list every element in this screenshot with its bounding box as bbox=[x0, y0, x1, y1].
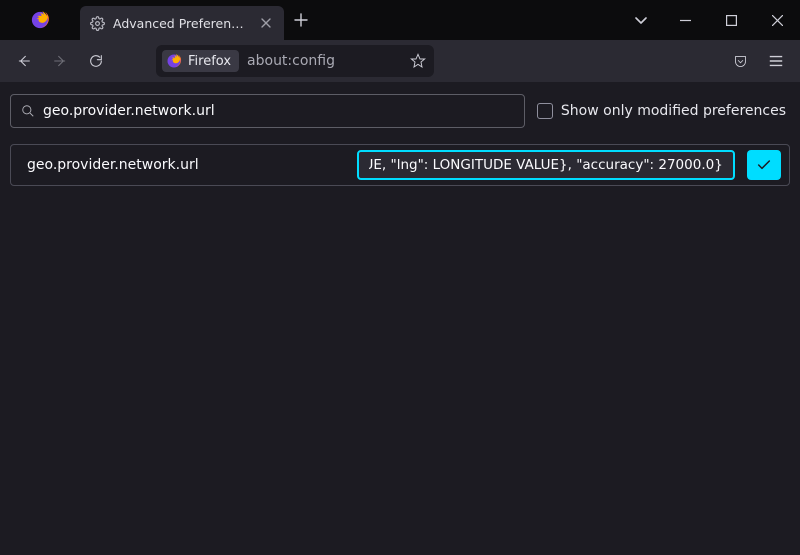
close-tab-button[interactable] bbox=[258, 15, 274, 31]
browser-tab[interactable]: Advanced Preferences bbox=[80, 6, 284, 40]
config-search-input[interactable] bbox=[43, 103, 514, 119]
show-modified-toggle[interactable]: Show only modified preferences bbox=[537, 103, 790, 119]
reload-button[interactable] bbox=[80, 45, 112, 77]
nav-toolbar: Firefox about:config bbox=[0, 40, 800, 82]
reload-icon bbox=[88, 53, 104, 69]
pref-name: geo.provider.network.url bbox=[27, 157, 345, 173]
app-menu-button[interactable] bbox=[760, 45, 792, 77]
firefox-logo-icon bbox=[166, 53, 182, 69]
pref-save-button[interactable] bbox=[747, 150, 781, 180]
maximize-icon bbox=[726, 15, 737, 26]
gear-icon bbox=[90, 16, 105, 31]
checkbox-icon bbox=[537, 103, 553, 119]
close-icon bbox=[260, 17, 272, 29]
config-search-box[interactable] bbox=[10, 94, 525, 128]
pocket-icon bbox=[733, 54, 748, 69]
firefox-logo-icon bbox=[30, 10, 50, 30]
plus-icon bbox=[294, 13, 308, 27]
titlebar: Advanced Preferences bbox=[0, 0, 800, 40]
save-to-pocket-button[interactable] bbox=[724, 45, 756, 77]
back-button[interactable] bbox=[8, 45, 40, 77]
minimize-icon bbox=[680, 15, 691, 26]
show-modified-label: Show only modified preferences bbox=[561, 103, 786, 119]
checkmark-icon bbox=[756, 157, 772, 173]
search-icon bbox=[21, 104, 35, 118]
window-minimize-button[interactable] bbox=[662, 0, 708, 40]
bookmark-star-icon[interactable] bbox=[410, 53, 426, 69]
hamburger-icon bbox=[768, 53, 784, 69]
identity-label: Firefox bbox=[188, 54, 231, 69]
forward-button[interactable] bbox=[44, 45, 76, 77]
identity-box[interactable]: Firefox bbox=[162, 50, 239, 72]
window-close-button[interactable] bbox=[754, 0, 800, 40]
config-search-row: Show only modified preferences bbox=[0, 82, 800, 140]
close-icon bbox=[772, 15, 783, 26]
window-maximize-button[interactable] bbox=[708, 0, 754, 40]
chevron-down-icon bbox=[634, 13, 648, 27]
tab-title: Advanced Preferences bbox=[113, 16, 250, 31]
new-tab-button[interactable] bbox=[284, 0, 318, 40]
pref-row: geo.provider.network.url bbox=[10, 144, 790, 186]
arrow-left-icon bbox=[16, 53, 32, 69]
list-all-tabs-button[interactable] bbox=[620, 0, 662, 40]
arrow-right-icon bbox=[52, 53, 68, 69]
app-icon-area bbox=[0, 0, 80, 40]
urlbar[interactable]: Firefox about:config bbox=[156, 45, 434, 77]
urlbar-address: about:config bbox=[247, 53, 335, 69]
pref-value-input[interactable] bbox=[357, 150, 735, 180]
